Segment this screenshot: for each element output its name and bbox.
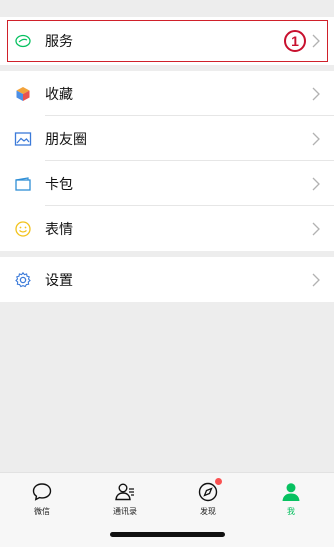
tab-discover-label: 发现 — [200, 507, 216, 516]
card-wallet-icon — [14, 175, 32, 193]
chevron-right-icon — [312, 222, 320, 235]
moments-photo-icon — [14, 130, 32, 148]
home-indicator — [110, 532, 225, 537]
tab-contacts[interactable]: 通讯录 — [95, 481, 155, 521]
me-person-icon — [280, 481, 302, 503]
chevron-right-icon — [312, 87, 320, 100]
notification-badge — [215, 478, 222, 485]
highlight-box — [7, 20, 328, 62]
tab-chats[interactable]: 微信 — [12, 481, 72, 521]
contacts-icon — [114, 481, 136, 503]
chevron-right-icon — [312, 132, 320, 145]
card-wallet-row[interactable]: 卡包 — [0, 161, 334, 206]
tab-contacts-label: 通讯录 — [113, 507, 137, 516]
features-group: 收藏 朋友圈 卡包 表情 — [0, 71, 334, 251]
me-page: 服务 1 收藏 朋友圈 卡包 表情 设置 微信 通讯录 发现 我 — [0, 0, 334, 547]
tab-me[interactable]: 我 — [261, 481, 321, 521]
favorites-row[interactable]: 收藏 — [0, 71, 334, 116]
card-wallet-label: 卡包 — [45, 175, 73, 192]
chevron-right-icon — [312, 273, 320, 286]
favorites-label: 收藏 — [45, 85, 73, 102]
favorites-cube-icon — [14, 85, 32, 103]
moments-row[interactable]: 朋友圈 — [0, 116, 334, 161]
sticker-smile-icon — [14, 220, 32, 238]
tab-me-label: 我 — [287, 507, 295, 516]
gear-icon — [14, 271, 32, 289]
settings-label: 设置 — [45, 271, 73, 288]
discover-compass-icon — [197, 478, 222, 503]
settings-row[interactable]: 设置 — [0, 257, 334, 302]
tab-chats-label: 微信 — [34, 507, 50, 516]
chat-bubble-icon — [31, 481, 53, 503]
settings-group: 设置 — [0, 257, 334, 302]
chevron-right-icon — [312, 177, 320, 190]
stickers-row[interactable]: 表情 — [0, 206, 334, 251]
moments-label: 朋友圈 — [45, 130, 87, 147]
stickers-label: 表情 — [45, 220, 73, 237]
tab-discover[interactable]: 发现 — [178, 478, 238, 521]
